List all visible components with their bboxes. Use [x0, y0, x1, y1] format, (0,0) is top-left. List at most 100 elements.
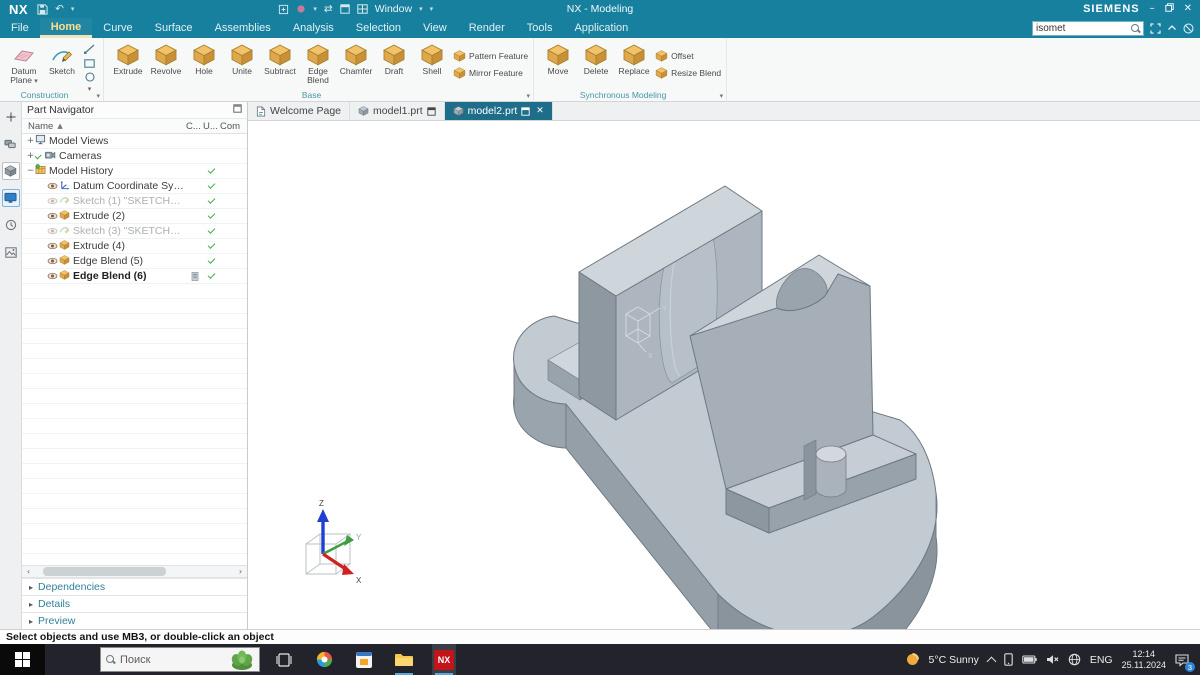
close-button[interactable]: ✕ [1184, 4, 1192, 14]
resize-blend-button[interactable]: Resize Blend [655, 64, 721, 81]
tree-row-label[interactable]: Model History [49, 165, 186, 177]
model-viewport[interactable]: Y X [248, 102, 1200, 629]
document-tab-welcome-page[interactable]: Welcome Page [248, 102, 350, 120]
section-preview[interactable]: ▸Preview [22, 612, 247, 629]
pattern-feature-button[interactable]: Pattern Feature [453, 47, 528, 64]
undo-icon[interactable]: ↶ [55, 3, 64, 15]
delete-button[interactable]: Delete [577, 40, 615, 76]
fullscreen-icon[interactable] [1150, 23, 1161, 34]
suppress-check-icon[interactable] [208, 256, 216, 264]
image-gallery-icon[interactable] [2, 243, 20, 261]
phone-link-icon[interactable] [1004, 653, 1013, 666]
close-tab-icon[interactable]: ✕ [536, 106, 544, 116]
undock-panel-icon[interactable] [233, 104, 242, 116]
tree-row-label[interactable]: Extrude (2) [73, 210, 186, 222]
tree-row-label[interactable]: Model Views [49, 135, 186, 147]
edge-blend-button[interactable]: Edge Blend [299, 40, 337, 86]
clock-datetime[interactable]: 12:14 25.11.2024 [1122, 649, 1166, 670]
group-dialog-caret[interactable]: ▾ [96, 92, 100, 100]
tab-render[interactable]: Render [458, 18, 516, 38]
suppress-check-icon[interactable] [208, 196, 216, 204]
scroll-right-icon[interactable]: › [236, 567, 245, 576]
group-dialog-caret[interactable]: ▾ [527, 92, 531, 100]
battery-icon[interactable] [1022, 655, 1037, 664]
draft-button[interactable]: Draft [375, 40, 413, 76]
minimize-ribbon-icon[interactable] [1167, 24, 1177, 32]
copy-display-icon[interactable] [278, 4, 289, 15]
minimize-button[interactable]: – [1150, 4, 1155, 14]
chamfer-button[interactable]: Chamfer [337, 40, 375, 76]
task-view-button[interactable] [272, 644, 296, 675]
tab-application[interactable]: Application [563, 18, 639, 38]
swap-view-icon[interactable]: ⇄ [324, 3, 333, 15]
tray-expand-icon[interactable] [986, 656, 996, 666]
part-navigator-icon[interactable] [2, 162, 20, 180]
taskbar-search-placeholder[interactable]: Поиск [120, 654, 225, 666]
tree-row[interactable]: +Model Views [22, 134, 247, 149]
section-expand-icon[interactable]: ▸ [29, 583, 33, 592]
visibility-eye-icon[interactable] [47, 242, 58, 250]
save-icon[interactable] [37, 4, 48, 15]
offset-button[interactable]: Offset [655, 47, 721, 64]
visibility-eye-icon[interactable] [47, 182, 58, 190]
search-highlight-plant-image[interactable] [230, 649, 254, 671]
hole-button[interactable]: Hole [185, 40, 223, 76]
touch-menu-caret[interactable]: ▾ [313, 5, 317, 13]
visibility-eye-icon[interactable] [47, 272, 58, 280]
visibility-eye-icon[interactable] [47, 197, 58, 205]
horizontal-scrollbar[interactable]: ‹ › [22, 565, 247, 578]
calendar-app-icon[interactable] [352, 644, 376, 675]
unite-button[interactable]: Unite [223, 40, 261, 76]
section-expand-icon[interactable]: ▸ [29, 617, 33, 626]
tree-row-label[interactable]: Sketch (1) "SKETCH_000" [73, 195, 186, 207]
qat-overflow-caret[interactable]: ▾ [430, 5, 434, 13]
suppress-check-icon[interactable] [208, 271, 216, 279]
language-indicator[interactable]: ENG [1090, 654, 1113, 666]
tree-row[interactable]: Edge Blend (5) [22, 254, 247, 269]
tree-row[interactable]: Sketch (1) "SKETCH_000" [22, 194, 247, 209]
undo-menu-caret[interactable]: ▾ [71, 5, 75, 13]
window-pin-icon[interactable] [521, 107, 530, 116]
replace-button[interactable]: Replace [615, 40, 653, 76]
datum-plane-button[interactable]: Datum Plane ▾ [5, 40, 43, 86]
tree-row-label[interactable]: Cameras [59, 150, 186, 162]
window-layout-icon[interactable] [357, 4, 368, 14]
rectangle-icon[interactable] [84, 57, 95, 69]
nx-taskbar-icon[interactable]: NX [432, 644, 456, 675]
window-pin-icon[interactable] [427, 107, 436, 116]
group-dialog-caret[interactable]: ▾ [720, 92, 724, 100]
mirror-feature-button[interactable]: Mirror Feature [453, 64, 528, 81]
sketch-button[interactable]: Sketch [43, 40, 81, 76]
section-expand-icon[interactable]: ▸ [29, 600, 33, 609]
command-finder-value[interactable]: isomet [1036, 23, 1131, 34]
search-icon[interactable] [1131, 24, 1140, 33]
assembly-navigator-icon[interactable] [2, 135, 20, 153]
tree-row[interactable]: Extrude (4) [22, 239, 247, 254]
window-menu-caret[interactable]: ▾ [419, 5, 423, 13]
window-menu-label[interactable]: Window [375, 3, 412, 15]
move-button[interactable]: Move [539, 40, 577, 76]
document-tab-label[interactable]: Welcome Page [270, 105, 341, 117]
start-button[interactable] [0, 644, 45, 675]
document-tab-label[interactable]: model2.prt [468, 105, 518, 117]
tab-surface[interactable]: Surface [144, 18, 204, 38]
help-icon[interactable] [1183, 23, 1194, 34]
tab-analysis[interactable]: Analysis [282, 18, 345, 38]
visibility-eye-icon[interactable] [47, 227, 58, 235]
tree-row-label[interactable]: Edge Blend (6) [73, 270, 186, 282]
tree-row[interactable]: Edge Blend (6) [22, 269, 247, 284]
extrude-button[interactable]: Extrude [109, 40, 147, 76]
tab-selection[interactable]: Selection [345, 18, 412, 38]
weather-icon[interactable] [905, 652, 920, 667]
circle-icon[interactable] [85, 71, 95, 83]
graphics-window[interactable]: Y X [248, 102, 1200, 629]
history-icon[interactable] [2, 216, 20, 234]
expander-icon[interactable]: − [26, 166, 35, 176]
touch-mode-icon[interactable] [296, 4, 306, 14]
suppress-check-icon[interactable] [208, 211, 216, 219]
scroll-left-icon[interactable]: ‹ [24, 567, 33, 576]
suppress-check-icon[interactable] [208, 166, 216, 174]
restore-button[interactable] [1165, 3, 1174, 15]
tree-row-label[interactable]: Extrude (4) [73, 240, 186, 252]
column-c[interactable]: C... [186, 121, 203, 132]
